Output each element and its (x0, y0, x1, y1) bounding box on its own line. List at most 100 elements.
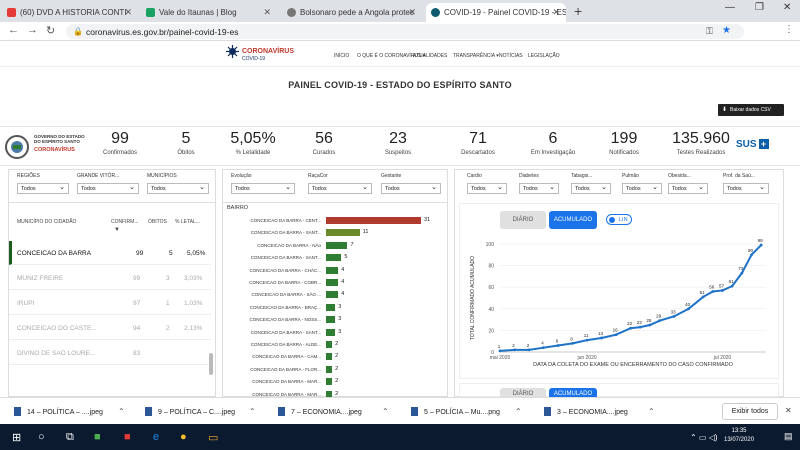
bairro-bar[interactable] (326, 279, 339, 286)
chevron-up-icon[interactable]: ⌃ (515, 407, 522, 416)
bairro-bar[interactable] (326, 365, 333, 373)
menu-transparencia[interactable]: TRANSPARÊNCIA ▾ (453, 53, 499, 59)
col-confirmados[interactable]: CONFIRM... (111, 219, 139, 225)
download-item[interactable]: 9 – POLÍTICA – C....jpeg ⌃ (145, 407, 265, 416)
bairro-bar[interactable] (326, 316, 336, 324)
table-scrollbar[interactable] (209, 353, 213, 375)
filter-prof-saude[interactable]: Prof. da Saú... Todos (723, 173, 769, 194)
forward-icon[interactable]: → (27, 24, 38, 36)
chrome-icon[interactable]: ● (180, 431, 187, 443)
sort-desc-icon[interactable]: ▼ (114, 227, 120, 233)
close-tab-icon[interactable]: ✕ (552, 7, 560, 18)
close-tab-icon[interactable]: ✕ (124, 7, 132, 18)
filter-cardio[interactable]: Cardio Todos (467, 173, 507, 194)
chevron-up-icon[interactable]: ⌃ (249, 407, 256, 416)
bairro-bar[interactable] (326, 291, 339, 299)
menu-atualidades[interactable]: ATUALIDADES (413, 53, 447, 59)
star-icon[interactable]: ★ (722, 25, 731, 36)
notifications-icon[interactable]: ▤ (784, 431, 793, 442)
table-row[interactable]: CONCEICAO DO CASTE... 94 2 2,13% (9, 316, 211, 340)
filter-diabetes[interactable]: Diabetes Todos (519, 173, 559, 194)
taskbar: ⊞ ○ ⧉ ■ ■ e ● ▭ ⌃ ▭ ◁) 13:35 13/07/2020 ▤ (0, 424, 800, 450)
key-icon[interactable]: ⚿ (706, 26, 713, 37)
col-municipio[interactable]: MUNICÍPIO DO CIDADÃO (17, 219, 76, 225)
filter-gestante[interactable]: Gestante Todos (381, 173, 441, 194)
menu-noticias[interactable]: NOTÍCIAS (499, 53, 523, 59)
new-tab-button[interactable]: + (574, 3, 582, 19)
bairro-bar[interactable] (326, 353, 333, 361)
filter-select[interactable]: Todos (467, 183, 507, 194)
filter-obesidade[interactable]: Obesida... Todos (668, 173, 708, 194)
filter-select[interactable]: Todos (519, 183, 559, 194)
filter-select[interactable]: Todos (231, 183, 295, 194)
menu-inicio[interactable]: INÍCIO (334, 53, 349, 59)
filter-regioes[interactable]: REGIÕES Todos (17, 173, 69, 194)
filter-select[interactable]: Todos (308, 183, 372, 194)
app-red-icon[interactable]: ■ (124, 431, 131, 443)
download-item[interactable]: 3 – ECONOMIA....jpeg ⌃ (544, 407, 664, 416)
browser-tab-covid[interactable]: COVID-19 - Painel COVID-19 - ES ✕ (426, 3, 566, 22)
system-tray-icons[interactable]: ⌃ ▭ ◁) (690, 433, 718, 442)
app-green-icon[interactable]: ■ (94, 431, 101, 443)
bairro-bar[interactable] (326, 254, 342, 262)
table-row[interactable]: CONCEICAO DA BARRA 99 5 5,05% (9, 241, 211, 265)
filter-select[interactable]: Todos (381, 183, 441, 194)
chevron-up-icon[interactable]: ⌃ (118, 407, 125, 416)
show-all-button[interactable]: Exibir todos (722, 403, 778, 420)
close-window-icon[interactable]: ✕ (783, 2, 791, 13)
bairro-bar[interactable] (326, 229, 360, 237)
filter-select[interactable]: Todos (147, 183, 209, 194)
task-view-icon[interactable]: ⧉ (66, 431, 74, 444)
col-obitos[interactable]: ÓBITOS (148, 219, 167, 225)
filter-select[interactable]: Todos (17, 183, 69, 194)
filter-select[interactable]: Todos (77, 183, 139, 194)
browser-tab-blog[interactable]: Vale do Itaunas | Blog ✕ (141, 3, 277, 22)
file-explorer-icon[interactable]: ▭ (208, 431, 218, 444)
filter-racacor[interactable]: RaçaCor Todos (308, 173, 372, 194)
chevron-up-icon[interactable]: ⌃ (648, 407, 655, 416)
filter-grande-vitoria[interactable]: GRANDE VITÓR... Todos (77, 173, 139, 194)
filter-tabagismo[interactable]: Tabagis... Todos (571, 173, 611, 194)
table-row[interactable]: DIVINO DE SAO LOURE... 83 (9, 341, 211, 365)
download-item[interactable]: 14 – POLÍTICA – ....jpeg ⌃ (14, 407, 134, 416)
filter-select[interactable]: Todos (723, 183, 769, 194)
browser-tab-news[interactable]: Bolsonaro pede a Angola protec ✕ (282, 3, 422, 22)
download-item[interactable]: 5 – POLÍCIA – Mu....png ⌃ (411, 407, 531, 416)
clock[interactable]: 13:35 13/07/2020 (724, 427, 754, 445)
close-tab-icon[interactable]: ✕ (408, 7, 416, 18)
bairro-bar[interactable] (326, 328, 336, 336)
filter-select[interactable]: Todos (622, 183, 662, 194)
menu-legislacao[interactable]: LEGISLAÇÃO (528, 53, 560, 59)
col-letalidade[interactable]: % LETAL... (175, 219, 200, 225)
data-point (571, 341, 574, 345)
bairro-bar[interactable] (326, 241, 348, 249)
minimize-icon[interactable]: — (725, 2, 735, 13)
filter-evolucao[interactable]: Evolução Todos (231, 173, 295, 194)
filter-municipios[interactable]: MUNICÍPIOS Todos (147, 173, 209, 194)
bairro-bar[interactable] (326, 303, 336, 311)
edge-icon[interactable]: e (153, 431, 159, 443)
windows-start-icon[interactable]: ⊞ (12, 431, 21, 444)
bairro-bar[interactable] (326, 378, 333, 386)
bairro-bar[interactable] (326, 341, 333, 348)
download-item[interactable]: 7 – ECONOMIA....jpeg ⌃ (278, 407, 398, 416)
back-icon[interactable]: ← (8, 24, 19, 36)
data-point (759, 243, 763, 247)
reload-icon[interactable]: ↻ (46, 24, 55, 37)
chevron-up-icon[interactable]: ⌃ (382, 407, 389, 416)
bairro-bar[interactable] (326, 266, 339, 274)
close-downloads-icon[interactable]: ✕ (785, 406, 792, 415)
browser-tab-youtube[interactable]: (60) DVD A HISTORIA CONTI ✕ (2, 3, 138, 22)
bairro-bar[interactable] (326, 217, 421, 224)
download-csv-button[interactable]: ⬇ Baixar dados CSV (718, 104, 784, 116)
filter-select[interactable]: Todos (571, 183, 611, 194)
maximize-icon[interactable]: ❐ (755, 2, 764, 13)
filter-pulmao[interactable]: Pulmão Todos (622, 173, 662, 194)
menu-dots-icon[interactable]: ⋮ (784, 24, 794, 35)
table-row[interactable]: IRUPI 97 1 1,03% (9, 291, 211, 315)
url-field[interactable]: 🔒 coronavirus.es.gov.br/painel-covid-19-… (66, 24, 744, 39)
table-row[interactable]: MUNIZ FREIRE 99 3 3,03% (9, 266, 211, 290)
close-tab-icon[interactable]: ✕ (263, 7, 271, 18)
filter-select[interactable]: Todos (668, 183, 708, 194)
search-icon[interactable]: ○ (38, 431, 45, 443)
